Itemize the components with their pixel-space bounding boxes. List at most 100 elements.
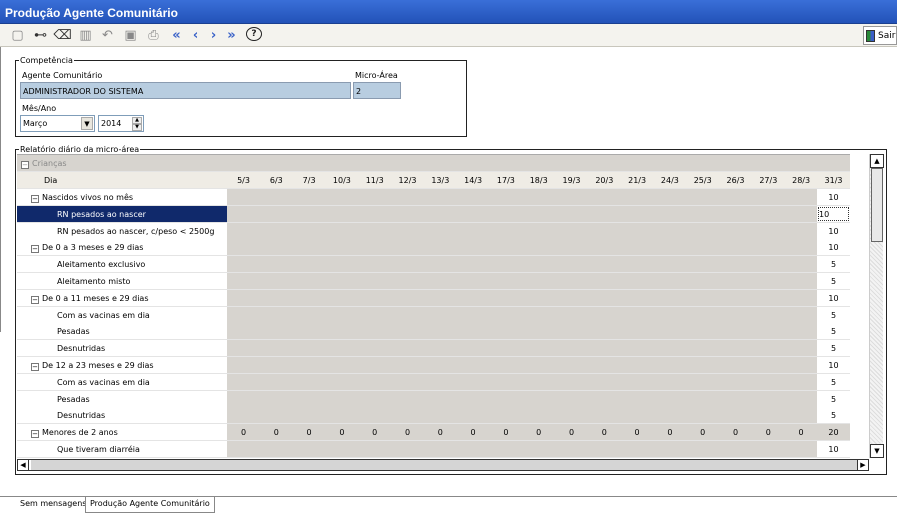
- table-row[interactable]: − De 0 a 11 meses e 29 dias 10: [17, 289, 850, 307]
- total-cell[interactable]: 5: [817, 407, 850, 424]
- total-cell[interactable]: 5: [817, 323, 850, 340]
- day-value-cell[interactable]: 0: [653, 424, 686, 440]
- table-row[interactable]: Pesadas 5: [17, 390, 850, 408]
- scroll-track[interactable]: [31, 460, 857, 470]
- daily-cells[interactable]: [227, 441, 817, 457]
- new-icon[interactable]: ▢: [9, 27, 26, 44]
- next-icon[interactable]: ›: [205, 27, 222, 44]
- horizontal-scrollbar[interactable]: ◀ ▶: [17, 459, 869, 471]
- total-cell[interactable]: 10: [817, 222, 850, 239]
- collapse-icon[interactable]: −: [31, 195, 39, 203]
- table-row[interactable]: Com as vacinas em dia 5: [17, 306, 850, 324]
- last-icon[interactable]: »: [223, 27, 240, 44]
- day-value-cell[interactable]: 0: [489, 424, 522, 440]
- day-value-cell[interactable]: 0: [555, 424, 588, 440]
- spin-up-icon[interactable]: ▲: [132, 117, 142, 124]
- table-row[interactable]: RN pesados ao nascer, c/peso < 2500g 10: [17, 222, 850, 240]
- daily-cells[interactable]: [227, 222, 817, 239]
- daily-cells[interactable]: [227, 273, 817, 289]
- total-cell[interactable]: 5: [817, 256, 850, 273]
- table-row[interactable]: − De 12 a 23 meses e 29 dias 10: [17, 357, 850, 374]
- table-row[interactable]: − Nascidos vivos no mês 10: [17, 189, 850, 206]
- total-cell[interactable]: 10: [817, 441, 850, 457]
- table-row[interactable]: Com as vacinas em dia 5: [17, 373, 850, 391]
- daily-cells[interactable]: [227, 289, 817, 306]
- scroll-thumb[interactable]: [871, 168, 883, 242]
- help-icon[interactable]: ?: [246, 27, 262, 41]
- total-cell[interactable]: 20: [817, 424, 850, 441]
- month-select[interactable]: Março ▼: [20, 115, 95, 132]
- scroll-right-icon[interactable]: ▶: [857, 459, 869, 471]
- day-value-cell[interactable]: 0: [358, 424, 391, 440]
- day-value-cell[interactable]: 0: [785, 424, 818, 440]
- day-value-cell[interactable]: 0: [752, 424, 785, 440]
- group-row[interactable]: − Crianças: [17, 155, 850, 172]
- tab-producao[interactable]: Produção Agente Comunitário: [85, 497, 215, 513]
- total-cell[interactable]: 5: [817, 390, 850, 407]
- vertical-scrollbar[interactable]: ▲ ▼: [869, 154, 884, 458]
- total-cell[interactable]: 5: [817, 373, 850, 390]
- day-value-cell[interactable]: 0: [588, 424, 621, 440]
- table-row[interactable]: Desnutridas 5: [17, 340, 850, 358]
- total-cell[interactable]: 10: [817, 239, 850, 256]
- daily-cells[interactable]: [227, 189, 817, 205]
- table-row[interactable]: − Menores de 2 anos 0 0 0 0 0 0 0 0 0 0 0 0 0 0 0 0 0 0 20: [17, 424, 850, 442]
- year-spinner[interactable]: 2014 ▲ ▼: [98, 115, 144, 132]
- daily-cells[interactable]: [227, 323, 817, 340]
- collapse-icon[interactable]: −: [21, 161, 29, 169]
- daily-cells[interactable]: [227, 256, 817, 273]
- table-row[interactable]: − De 0 a 3 meses e 29 dias 10: [17, 239, 850, 257]
- trash-icon[interactable]: ▥: [77, 27, 94, 44]
- daily-cells[interactable]: [227, 239, 817, 256]
- first-icon[interactable]: «: [168, 27, 185, 44]
- report-grid[interactable]: − Crianças Dia 5/3 6/3 7/3 10/3 11/3 12/3 13/3 1…: [17, 154, 850, 458]
- chevron-down-icon[interactable]: ▼: [81, 117, 93, 130]
- total-cell[interactable]: 10: [817, 205, 850, 222]
- day-value-cell[interactable]: 0: [424, 424, 457, 440]
- microarea-field[interactable]: 2: [353, 82, 401, 99]
- daily-cells[interactable]: [227, 306, 817, 323]
- agent-field[interactable]: ADMINISTRADOR DO SISTEMA: [20, 82, 351, 99]
- table-row[interactable]: Pesadas 5: [17, 323, 850, 341]
- table-row[interactable]: Desnutridas 5: [17, 407, 850, 425]
- eraser-icon[interactable]: ⌫: [53, 27, 71, 44]
- day-value-cell[interactable]: 0: [391, 424, 424, 440]
- scroll-down-icon[interactable]: ▼: [870, 444, 884, 458]
- collapse-icon[interactable]: −: [31, 295, 39, 304]
- table-row[interactable]: Aleitamento misto 5: [17, 273, 850, 290]
- prev-icon[interactable]: ‹: [187, 27, 204, 44]
- collapse-icon[interactable]: −: [31, 363, 39, 371]
- day-value-cell[interactable]: 0: [325, 424, 358, 440]
- tab-messages[interactable]: Sem mensagens: [16, 497, 91, 513]
- total-cell[interactable]: 5: [817, 340, 850, 357]
- spin-buttons[interactable]: ▲ ▼: [132, 117, 142, 131]
- table-row[interactable]: Aleitamento exclusivo 5: [17, 256, 850, 274]
- daily-cells[interactable]: [227, 357, 817, 373]
- total-cell[interactable]: 10: [817, 189, 850, 205]
- total-cell[interactable]: 10: [817, 289, 850, 306]
- day-value-cell[interactable]: 0: [293, 424, 326, 440]
- day-value-cell[interactable]: 0: [260, 424, 293, 440]
- table-row[interactable]: RN pesados ao nascer 10: [17, 205, 850, 223]
- spin-down-icon[interactable]: ▼: [132, 124, 142, 131]
- total-cell[interactable]: 5: [817, 306, 850, 323]
- daily-cells[interactable]: [227, 340, 817, 357]
- day-value-cell[interactable]: 0: [686, 424, 719, 440]
- day-value-cell[interactable]: 0: [621, 424, 654, 440]
- daily-cells[interactable]: [227, 373, 817, 390]
- day-value-cell[interactable]: 0: [522, 424, 555, 440]
- collapse-icon[interactable]: −: [31, 245, 39, 254]
- scroll-up-icon[interactable]: ▲: [870, 154, 884, 168]
- exit-button[interactable]: Sair: [863, 26, 897, 45]
- day-value-cell[interactable]: 0: [457, 424, 490, 440]
- search-binoculars-icon[interactable]: ⊷: [32, 27, 49, 44]
- collapse-icon[interactable]: −: [31, 430, 39, 439]
- daily-cells[interactable]: [227, 407, 817, 424]
- save-icon[interactable]: ▣: [122, 27, 139, 44]
- total-cell[interactable]: 10: [817, 357, 850, 373]
- total-cell[interactable]: 5: [817, 273, 850, 289]
- day-value-cell[interactable]: 0: [227, 424, 260, 440]
- print-icon[interactable]: ⎙: [145, 27, 162, 44]
- day-value-cell[interactable]: 0: [719, 424, 752, 440]
- daily-cells[interactable]: 000000000000000000: [227, 424, 818, 441]
